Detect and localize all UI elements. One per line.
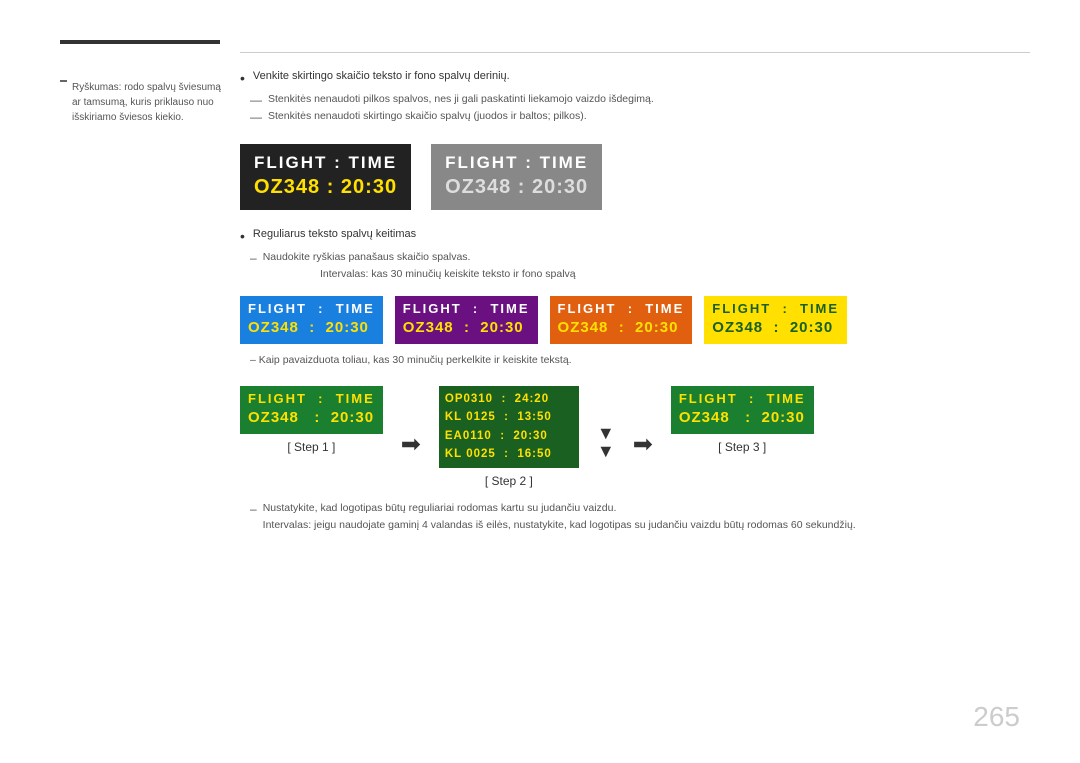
bottom-dash-1: – Nustatykite, kad logotipas būtų reguli… [240, 502, 1040, 516]
step-3-block: FLIGHT : TIME OZ348 : 20:30 [ Step 3 ] [671, 386, 814, 454]
steps-row: FLIGHT : TIME OZ348 : 20:30 [ Step 1 ] ➡… [240, 386, 1040, 488]
step2-scroll-row-3: KL 0025 : 16:50 [445, 445, 573, 463]
arrow-down-group: ▼ ▼ [597, 424, 615, 460]
step1-flight-box: FLIGHT : TIME OZ348 : 20:30 [240, 386, 383, 434]
bottom-dash-sym-2 [250, 519, 257, 533]
dash-text-1: Stenkitės nenaudoti pilkos spalvos, nes … [268, 93, 654, 105]
sidebar-text: Ryškumas: rodo spalvų šviesumą ar tamsum… [72, 80, 230, 125]
bullet-text-1: Venkite skirtingo skaičio teksto ir fono… [253, 70, 510, 82]
step3-flight-box: FLIGHT : TIME OZ348 : 20:30 [671, 386, 814, 434]
step3-row1: FLIGHT : TIME [679, 391, 806, 408]
bullet-item-1: • Venkite skirtingo skaičio teksto ir fo… [240, 70, 1040, 87]
dash-text-reg1: Naudokite ryškias panašaus skaičio spalv… [263, 251, 471, 263]
bottom-dash-text-2: Intervalas: jeigu naudojate gaminį 4 val… [263, 519, 856, 531]
flight-box-black-row2: OZ348 : 20:30 [254, 174, 397, 200]
step1-label: [ Step 1 ] [287, 440, 335, 454]
note-scroll-text: – Kaip pavaizduota toliau, kas 30 minuči… [250, 354, 572, 366]
sidebar-dash-icon [60, 80, 67, 82]
note-scroll: – Kaip pavaizduota toliau, kas 30 minuči… [240, 354, 1040, 366]
step-2-block: OP0310 : 24:20 KL 0125 : 13:50 EA0110 : … [439, 386, 579, 488]
flight-box-purple-row1: FLIGHT : TIME [403, 301, 530, 318]
flight-box-yellow: FLIGHT : TIME OZ348 : 20:30 [704, 296, 847, 344]
color-boxes-row: FLIGHT : TIME OZ348 : 20:30 FLIGHT : TIM… [240, 296, 1040, 344]
flight-box-orange-row2: OZ348 : 20:30 [558, 318, 685, 338]
dash-item-2: — Stenkitės nenaudoti skirtingo skaičio … [240, 110, 1040, 124]
dash-reg-1: – Naudokite ryškias panašaus skaičio spa… [240, 251, 1040, 265]
dash-sym-1: — [250, 93, 262, 107]
step1-row2: OZ348 : 20:30 [248, 408, 375, 428]
arrow-right-2-icon: ➡ [633, 430, 653, 459]
dash-sym-reg1: – [250, 251, 257, 265]
flight-box-yellow-row2: OZ348 : 20:30 [712, 318, 839, 338]
step1-row1: FLIGHT : TIME [248, 391, 375, 408]
flight-box-yellow-row1: FLIGHT : TIME [712, 301, 839, 318]
step2-scroll-row-1: KL 0125 : 13:50 [445, 408, 573, 426]
main-content: • Venkite skirtingo skaičio teksto ir fo… [240, 70, 1040, 536]
flight-box-orange: FLIGHT : TIME OZ348 : 20:30 [550, 296, 693, 344]
reguliarus-sub2: Intervalas: kas 30 minučių keiskite teks… [240, 268, 1040, 280]
bullet-reguliarus: • Reguliarus teksto spalvų keitimas [240, 228, 1040, 245]
top-line-long [240, 52, 1030, 53]
flight-box-blue-row2: OZ348 : 20:30 [248, 318, 375, 338]
step2-scroll-row-2: EA0110 : 20:30 [445, 427, 573, 445]
big-boxes-row: FLIGHT : TIME OZ348 : 20:30 FLIGHT : TIM… [240, 144, 1040, 210]
step2-scroll-row-0: OP0310 : 24:20 [445, 390, 573, 408]
flight-box-blue: FLIGHT : TIME OZ348 : 20:30 [240, 296, 383, 344]
bottom-notes: – Nustatykite, kad logotipas būtų reguli… [240, 502, 1040, 533]
flight-box-purple-row2: OZ348 : 20:30 [403, 318, 530, 338]
bottom-dash-sym-1: – [250, 502, 257, 516]
arrow-down-2-icon: ▼ [597, 442, 615, 460]
reguliarus-sub2-text: Intervalas: kas 30 minučių keiskite teks… [320, 268, 576, 280]
flight-box-orange-row1: FLIGHT : TIME [558, 301, 685, 318]
bullet-dot-reg: • [240, 228, 245, 245]
arrow-right-1-icon: ➡ [401, 430, 421, 459]
step2-label: [ Step 2 ] [485, 474, 533, 488]
step-1-block: FLIGHT : TIME OZ348 : 20:30 [ Step 1 ] [240, 386, 383, 454]
bullet-dot-1: • [240, 70, 245, 87]
dash-sym-2: — [250, 110, 262, 124]
step3-row2: OZ348 : 20:30 [679, 408, 806, 428]
bullet-text-reg: Reguliarus teksto spalvų keitimas [253, 228, 416, 240]
top-line-short [60, 40, 220, 44]
arrow-down-1-icon: ▼ [597, 424, 615, 442]
bottom-dash-2: Intervalas: jeigu naudojate gaminį 4 val… [240, 519, 1040, 533]
dash-item-1: — Stenkitės nenaudoti pilkos spalvos, ne… [240, 93, 1040, 107]
page-number: 265 [973, 701, 1020, 733]
flight-box-black: FLIGHT : TIME OZ348 : 20:30 [240, 144, 411, 210]
flight-box-gray: FLIGHT : TIME OZ348 : 20:30 [431, 144, 602, 210]
step3-label: [ Step 3 ] [718, 440, 766, 454]
flight-box-gray-row2: OZ348 : 20:30 [445, 174, 588, 200]
bottom-dash-text-1: Nustatykite, kad logotipas būtų reguliar… [263, 502, 617, 514]
flight-box-black-row1: FLIGHT : TIME [254, 152, 397, 174]
flight-box-gray-row1: FLIGHT : TIME [445, 152, 588, 174]
sidebar: Ryškumas: rodo spalvų šviesumą ar tamsum… [60, 80, 230, 129]
flight-box-purple: FLIGHT : TIME OZ348 : 20:30 [395, 296, 538, 344]
flight-box-blue-row1: FLIGHT : TIME [248, 301, 375, 318]
dash-text-2: Stenkitės nenaudoti skirtingo skaičio sp… [268, 110, 587, 122]
step2-scroll-box: OP0310 : 24:20 KL 0125 : 13:50 EA0110 : … [439, 386, 579, 468]
